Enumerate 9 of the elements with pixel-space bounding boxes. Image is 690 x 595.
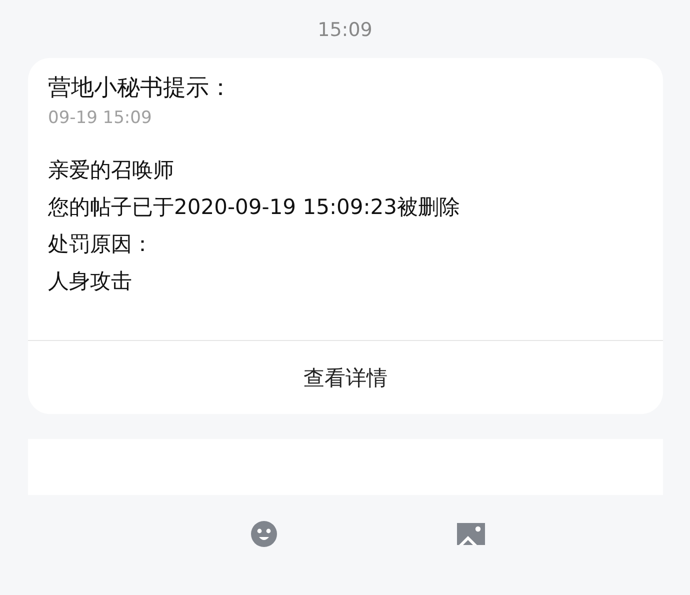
message-time: 15:09 — [316, 18, 374, 42]
message-date: 09-19 15:09 — [48, 107, 153, 130]
message-title: 营地小秘书提示： — [48, 74, 233, 103]
message-line: 亲爱的召唤师 — [48, 157, 175, 184]
image-icon[interactable] — [457, 523, 486, 545]
emoji-icon[interactable] — [250, 520, 278, 548]
message-line: 人身攻击 — [48, 268, 133, 295]
message-line: 您的帖子已于2020-09-19 15:09:23被删除 — [48, 194, 462, 221]
message-line: 处罚原因： — [48, 231, 154, 258]
